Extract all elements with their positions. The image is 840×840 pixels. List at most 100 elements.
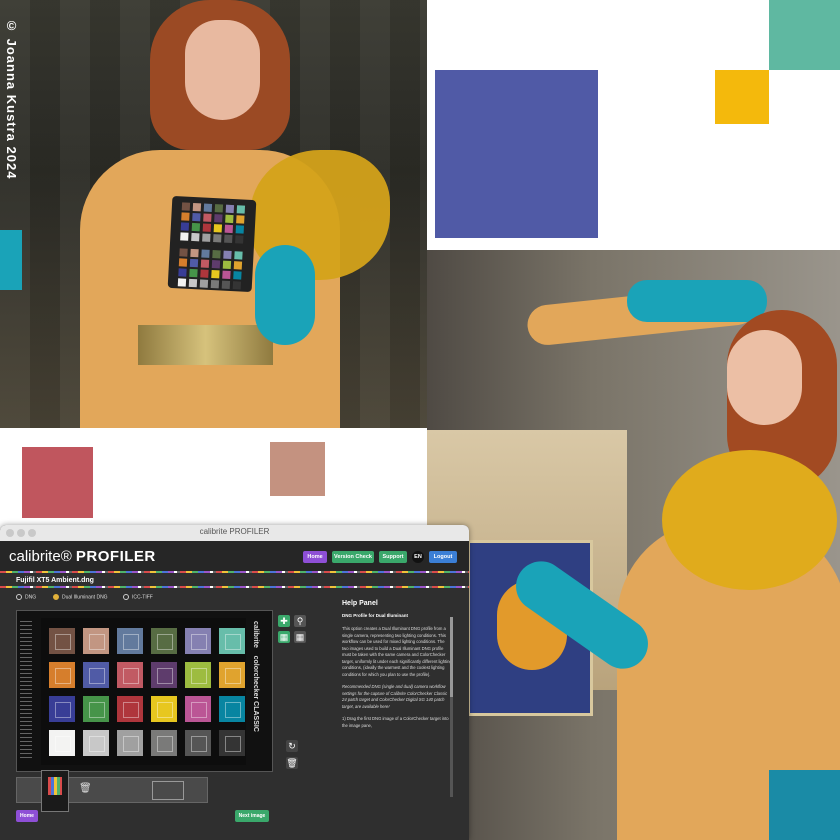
color-stripe	[0, 586, 469, 588]
mini-patch	[190, 248, 199, 258]
mini-patch	[235, 235, 244, 244]
target-label: calibrite colorchecker CLASSIC	[252, 621, 259, 732]
radio-dng[interactable]: DNG	[16, 594, 36, 600]
crosshair-icon[interactable]: ✚	[278, 615, 290, 627]
grid-icon[interactable]: ▦	[294, 631, 306, 643]
file-name: Fujifil XT5 Ambient.dng	[16, 577, 94, 584]
blue-color-block	[435, 70, 598, 238]
version-check-button[interactable]: Version Check	[332, 551, 374, 563]
color-patch	[117, 696, 143, 722]
mini-patch	[192, 212, 201, 222]
color-patch	[83, 696, 109, 722]
app-logo: calibrite® PROFILER	[9, 548, 156, 565]
mini-patch	[235, 225, 245, 234]
color-patch	[151, 696, 177, 722]
mini-patch	[178, 258, 188, 267]
support-button[interactable]: Support	[379, 551, 407, 563]
mini-patch	[213, 234, 222, 243]
mini-patch	[203, 203, 213, 212]
radio-dual-illuminant-dng[interactable]: Dual Illuminant DNG	[53, 594, 108, 600]
radio-dot-icon[interactable]	[123, 594, 129, 600]
mini-patch	[201, 249, 210, 258]
mini-patch	[232, 281, 242, 290]
color-patch	[151, 628, 177, 654]
color-patch	[83, 662, 109, 688]
image-thumbnail-strip[interactable]: 🗑	[16, 770, 208, 812]
mini-patch	[211, 270, 220, 279]
mini-patch	[222, 260, 232, 270]
grid-4-icon[interactable]: ▦	[278, 631, 290, 643]
color-patch	[151, 662, 177, 688]
trash-icon[interactable]: 🗑	[286, 757, 298, 769]
mini-patch	[180, 222, 190, 231]
logout-button[interactable]: Logout	[429, 551, 457, 563]
radio-dot-icon[interactable]	[53, 594, 59, 600]
language-button[interactable]: EN	[412, 551, 424, 563]
help-step: 1) Drag the first DNG image of a ColorCh…	[342, 716, 449, 728]
help-panel: Help Panel DNG Profile for Dual Illumina…	[342, 600, 452, 735]
app-header: calibrite® PROFILER Home Version Check S…	[0, 541, 469, 571]
footer-home-button[interactable]: Home	[16, 810, 38, 822]
mini-patch	[221, 280, 231, 289]
ruler	[20, 621, 32, 761]
mini-patch	[202, 233, 211, 242]
color-patch	[49, 696, 75, 722]
window-titlebar[interactable]: calibrite PROFILER	[0, 525, 469, 541]
help-scrollbar-thumb[interactable]	[450, 617, 453, 697]
mini-patch	[233, 271, 242, 280]
mini-patch	[189, 258, 199, 268]
mini-patch	[234, 251, 243, 260]
color-patch	[49, 662, 75, 688]
mini-patch	[192, 202, 202, 212]
mini-patch	[191, 222, 201, 232]
portrait-photo-right	[427, 250, 840, 840]
colorchecker-target	[41, 618, 246, 765]
mini-patch	[180, 232, 189, 241]
color-patch	[219, 628, 245, 654]
color-stripe	[0, 571, 469, 573]
colorchecker-passport	[167, 195, 257, 293]
radio-dot-icon[interactable]	[16, 594, 22, 600]
help-paragraph: This option creates a Dual Illuminant DN…	[342, 626, 452, 677]
portrait-photo-left: © Joanna Kustra 2024	[0, 0, 427, 428]
color-patch	[117, 730, 143, 756]
mini-patch	[224, 234, 233, 244]
window-title: calibrite PROFILER	[199, 527, 270, 536]
photo-credit: © Joanna Kustra 2024	[4, 18, 19, 180]
mini-patch	[199, 279, 209, 288]
thumbnail-image[interactable]	[41, 770, 69, 812]
skin-swatch	[270, 442, 325, 496]
mini-patch	[189, 268, 198, 278]
mini-patch	[203, 213, 212, 222]
image-pane[interactable]: calibrite colorchecker CLASSIC	[16, 610, 273, 772]
rose-swatch	[22, 447, 93, 518]
mini-patch	[222, 270, 231, 280]
color-patch	[219, 730, 245, 756]
calibrite-profiler-window[interactable]: calibrite PROFILER calibrite® PROFILER H…	[0, 525, 469, 840]
rotate-icon[interactable]: ↻	[286, 740, 298, 752]
color-patch	[219, 662, 245, 688]
mini-patch	[177, 278, 187, 287]
mini-patch	[236, 205, 246, 214]
mini-patch	[200, 269, 209, 278]
mini-patch	[233, 261, 243, 270]
next-image-button[interactable]: Next image	[235, 810, 269, 822]
mini-patch	[200, 259, 210, 268]
color-patch	[83, 730, 109, 756]
color-patch	[185, 628, 211, 654]
color-patch	[151, 730, 177, 756]
teal-color-block	[769, 0, 840, 70]
mini-patch	[211, 260, 221, 269]
home-button[interactable]: Home	[303, 551, 327, 563]
empty-thumbnail-slot[interactable]	[152, 781, 184, 800]
color-patch	[185, 662, 211, 688]
color-patch	[49, 628, 75, 654]
delete-thumbnail-icon[interactable]: 🗑	[79, 783, 92, 794]
yellow-color-block	[715, 70, 769, 124]
teal-corner-block	[769, 770, 840, 840]
help-subtitle: DNG Profile for Dual Illuminant	[342, 613, 409, 618]
color-patch	[185, 696, 211, 722]
zoom-icon[interactable]: ⚲	[294, 615, 306, 627]
radio-icc-tiff[interactable]: ICC-TIFF	[123, 594, 153, 600]
mini-patch	[225, 204, 235, 214]
